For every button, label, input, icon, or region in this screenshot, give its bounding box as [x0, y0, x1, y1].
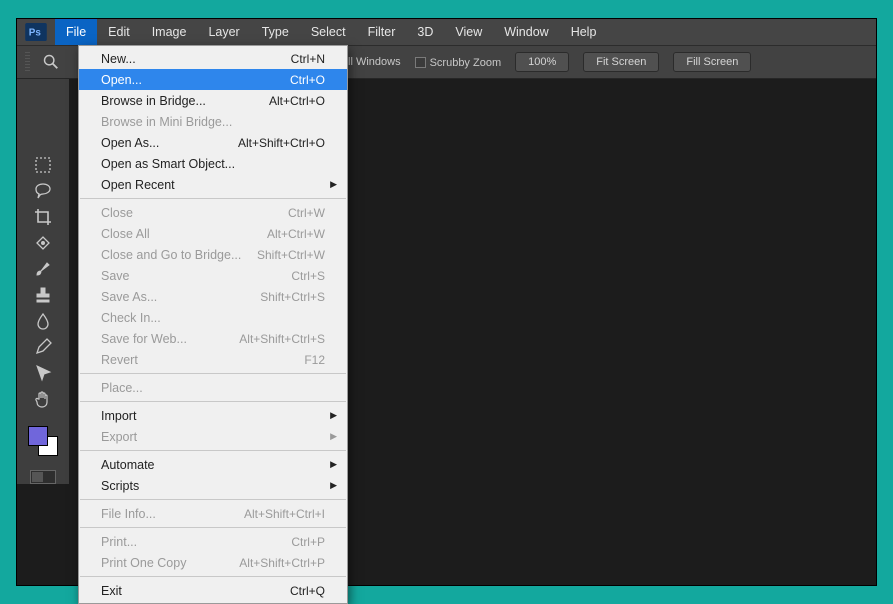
menu-type[interactable]: Type — [251, 19, 300, 45]
menu-select[interactable]: Select — [300, 19, 357, 45]
menu-separator — [80, 373, 346, 374]
menu-image[interactable]: Image — [141, 19, 198, 45]
menuitem-save-for-web: Save for Web...Alt+Shift+Ctrl+S — [79, 328, 347, 349]
marquee-tool-icon[interactable] — [30, 154, 56, 176]
menuitem-automate[interactable]: Automate▶ — [79, 454, 347, 475]
healing-tool-icon[interactable] — [30, 232, 56, 254]
menu-layer[interactable]: Layer — [197, 19, 250, 45]
zoom-tool-icon[interactable] — [36, 50, 66, 74]
app-window: Ps FileEditImageLayerTypeSelectFilter3DV… — [16, 18, 877, 586]
menu-3d[interactable]: 3D — [406, 19, 444, 45]
menuitem-open[interactable]: Open...Ctrl+O — [79, 69, 347, 90]
menu-file[interactable]: File — [55, 19, 97, 45]
lasso-tool-icon[interactable] — [30, 180, 56, 202]
tool-panel — [17, 79, 69, 484]
menu-separator — [80, 527, 346, 528]
submenu-arrow-icon: ▶ — [330, 459, 337, 470]
brush-tool-icon[interactable] — [30, 258, 56, 280]
scrubby-zoom-checkbox[interactable]: Scrubby Zoom — [415, 53, 502, 71]
menuitem-close-all: Close AllAlt+Ctrl+W — [79, 223, 347, 244]
submenu-arrow-icon: ▶ — [330, 480, 337, 491]
menuitem-open-as-smart-object[interactable]: Open as Smart Object... — [79, 153, 347, 174]
menuitem-new[interactable]: New...Ctrl+N — [79, 48, 347, 69]
menu-help[interactable]: Help — [560, 19, 608, 45]
menuitem-close-and-go-to-bridge: Close and Go to Bridge...Shift+Ctrl+W — [79, 244, 347, 265]
menu-separator — [80, 576, 346, 577]
menu-edit[interactable]: Edit — [97, 19, 141, 45]
menuitem-file-info: File Info...Alt+Shift+Ctrl+I — [79, 503, 347, 524]
menuitem-browse-in-bridge[interactable]: Browse in Bridge...Alt+Ctrl+O — [79, 90, 347, 111]
menu-filter[interactable]: Filter — [357, 19, 407, 45]
submenu-arrow-icon: ▶ — [330, 410, 337, 421]
menu-separator — [80, 401, 346, 402]
menu-separator — [80, 499, 346, 500]
menuitem-open-as[interactable]: Open As...Alt+Shift+Ctrl+O — [79, 132, 347, 153]
menu-separator — [80, 450, 346, 451]
stamp-tool-icon[interactable] — [30, 284, 56, 306]
pen-tool-icon[interactable] — [30, 336, 56, 358]
menuitem-close: CloseCtrl+W — [79, 202, 347, 223]
menu-separator — [80, 198, 346, 199]
menuitem-scripts[interactable]: Scripts▶ — [79, 475, 347, 496]
menuitem-print: Print...Ctrl+P — [79, 531, 347, 552]
menuitem-print-one-copy: Print One CopyAlt+Shift+Ctrl+P — [79, 552, 347, 573]
crop-tool-icon[interactable] — [30, 206, 56, 228]
hand-tool-icon[interactable] — [30, 388, 56, 410]
resize-windows-label: ll Windows — [348, 56, 401, 68]
zoom-pct-button[interactable]: 100% — [515, 52, 569, 72]
menuitem-place: Place... — [79, 377, 347, 398]
grip-icon — [25, 52, 30, 72]
menubar: Ps FileEditImageLayerTypeSelectFilter3DV… — [17, 19, 876, 45]
menuitem-import[interactable]: Import▶ — [79, 405, 347, 426]
menuitem-exit[interactable]: ExitCtrl+Q — [79, 580, 347, 601]
file-menu-dropdown: New...Ctrl+NOpen...Ctrl+OBrowse in Bridg… — [78, 45, 348, 604]
arrow-tool-icon[interactable] — [30, 362, 56, 384]
fill-screen-button[interactable]: Fill Screen — [673, 52, 751, 72]
svg-text:Ps: Ps — [29, 28, 42, 39]
submenu-arrow-icon: ▶ — [330, 179, 337, 190]
menu-view[interactable]: View — [444, 19, 493, 45]
menuitem-revert: RevertF12 — [79, 349, 347, 370]
menuitem-open-recent[interactable]: Open Recent▶ — [79, 174, 347, 195]
submenu-arrow-icon: ▶ — [330, 431, 337, 442]
app-logo: Ps — [17, 19, 55, 45]
quickmask-toggle[interactable] — [30, 470, 56, 484]
blur-tool-icon[interactable] — [30, 310, 56, 332]
menu-window[interactable]: Window — [493, 19, 559, 45]
fit-screen-button[interactable]: Fit Screen — [583, 52, 659, 72]
menuitem-browse-in-mini-bridge: Browse in Mini Bridge... — [79, 111, 347, 132]
menuitem-check-in: Check In... — [79, 307, 347, 328]
menuitem-export: Export▶ — [79, 426, 347, 447]
menuitem-save: SaveCtrl+S — [79, 265, 347, 286]
menuitem-save-as: Save As...Shift+Ctrl+S — [79, 286, 347, 307]
foreground-swatch[interactable] — [28, 426, 48, 446]
